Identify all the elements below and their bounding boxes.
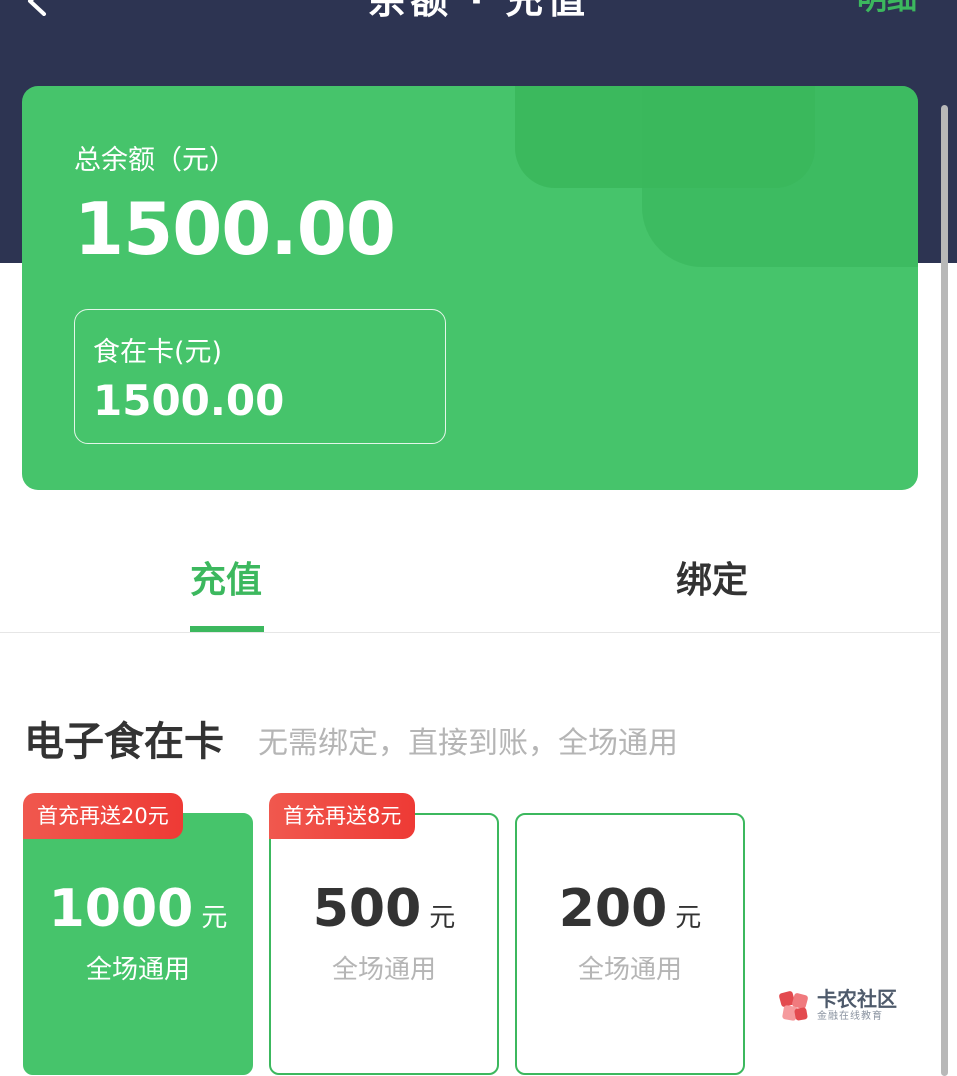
option-amount-value: 1000 [48,879,194,939]
recharge-option-500[interactable]: 500 元 全场通用 [269,813,499,1075]
option-amount-value: 200 [558,879,668,939]
scrollbar[interactable] [941,105,948,1076]
watermark: 卡农社区 金融在线教育 [777,988,907,1026]
active-tab-indicator [190,626,264,632]
watermark-subtitle: 金融在线教育 [817,1011,883,1022]
total-balance-label: 总余额（元） [74,145,236,176]
option-amount: 500 元 [271,877,497,941]
option-description: 全场通用 [331,955,436,985]
detail-link[interactable]: 明细 [857,0,917,20]
watermark-logo-icon [779,991,808,1021]
recharge-option-200[interactable]: 200 元 全场通用 [515,813,745,1075]
option-amount-unit: 元 [201,903,228,933]
tab-recharge[interactable]: 充值 [190,558,262,604]
card-balance-box[interactable]: 食在卡(元) 1500.00 [74,309,446,444]
total-balance-amount: 1500.00 [74,187,396,271]
card-balance-amount: 1500.00 [93,376,285,425]
balance-card: 总余额（元） 1500.00 食在卡(元) 1500.00 [22,86,918,490]
promo-badge: 首充再送20元 [23,793,183,839]
section-title: 电子食在卡 [24,719,224,765]
tab-bar: 充值 绑定 [0,540,940,633]
option-amount: 1000 元 [25,877,251,941]
option-amount-unit: 元 [675,903,702,933]
watermark-name: 卡农社区 [817,987,897,1011]
option-amount: 200 元 [517,877,743,941]
card-balance-label: 食在卡(元) [93,337,223,368]
card-decoration [515,86,815,188]
option-description: 全场通用 [577,955,682,985]
tab-bind[interactable]: 绑定 [676,558,748,604]
option-amount-value: 500 [312,879,422,939]
option-description: 全场通用 [85,955,190,985]
promo-badge: 首充再送8元 [269,793,416,839]
option-amount-unit: 元 [429,903,456,933]
section-subtitle: 无需绑定，直接到账，全场通用 [258,726,678,761]
page-title: 余额 · 充值 [368,0,589,22]
recharge-option-1000[interactable]: 1000 元 全场通用 [23,813,253,1075]
